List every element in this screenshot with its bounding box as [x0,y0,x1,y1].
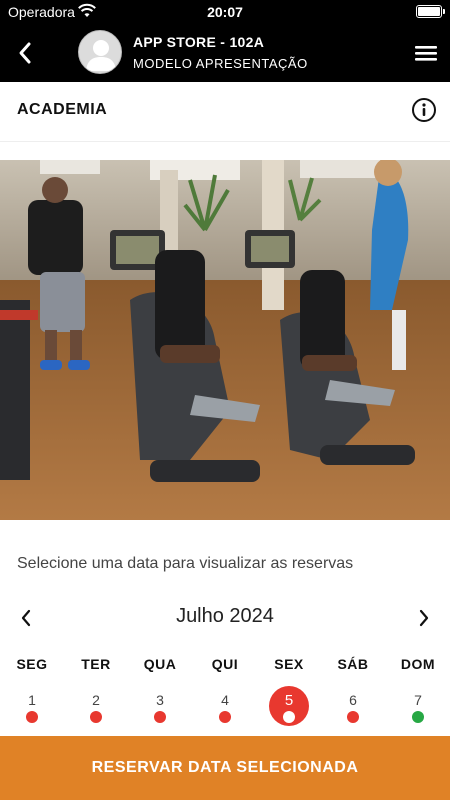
next-month-button[interactable] [410,604,438,632]
day-number: 4 [221,692,229,708]
calendar-day[interactable]: 6 [331,686,375,730]
calendar-day[interactable]: 3 [138,686,182,730]
select-date-prompt: Selecione uma data para visualizar as re… [17,555,354,572]
divider [0,141,450,142]
day-number: 5 [284,692,294,709]
unavailable-dot [154,711,166,723]
battery-icon [416,5,445,18]
section-title: ACADEMIA [17,101,108,118]
app-header: APP STORE - 102A MODELO APRESENTAÇÃO [0,24,450,82]
calendar-day[interactable]: 1 [10,686,54,730]
calendar-day[interactable]: 2 [74,686,118,730]
header-subtitle: MODELO APRESENTAÇÃO [133,56,308,71]
month-label: Julho 2024 [176,605,274,627]
chevron-right-icon [419,609,429,627]
day-number: 2 [92,692,100,708]
weekday-qui: QUI [211,656,239,672]
info-button[interactable] [411,97,437,123]
weekday-header: SEG TER QUA QUI SEX SÁB DOM [0,656,450,676]
weekday-ter: TER [81,656,111,672]
info-icon [412,98,436,122]
avatar[interactable] [78,30,122,74]
hamburger-icon [415,46,437,61]
day-number: 3 [156,692,164,708]
unavailable-dot [26,711,38,723]
day-number: 6 [349,692,357,708]
back-button[interactable] [8,34,42,72]
reserve-button[interactable]: RESERVAR DATA SELECIONADA [0,736,450,800]
calendar-day-selected[interactable]: 5 [267,686,311,730]
chevron-left-icon [19,42,31,64]
calendar-day[interactable]: 7 [396,686,440,730]
calendar-day[interactable]: 4 [203,686,247,730]
day-number: 7 [414,692,422,708]
weekday-sab: SÁB [337,656,369,672]
weekday-dom: DOM [400,656,436,672]
unavailable-dot [90,711,102,723]
unavailable-dot [219,711,231,723]
day-number: 1 [28,692,36,708]
menu-button[interactable] [412,40,440,66]
user-icon [86,40,116,71]
calendar-days: 1 2 3 4 5 6 7 [0,686,450,730]
available-dot [412,711,424,723]
gym-photo [0,160,450,520]
selected-dot [283,711,295,723]
status-time: 20:07 [207,4,243,20]
weekday-sex: SEX [274,656,304,672]
weekday-seg: SEG [16,656,48,672]
unavailable-dot [347,711,359,723]
weekday-qua: QUA [143,656,177,672]
status-bar: Operadora 20:07 [0,0,450,24]
header-title: APP STORE - 102A [133,34,265,50]
